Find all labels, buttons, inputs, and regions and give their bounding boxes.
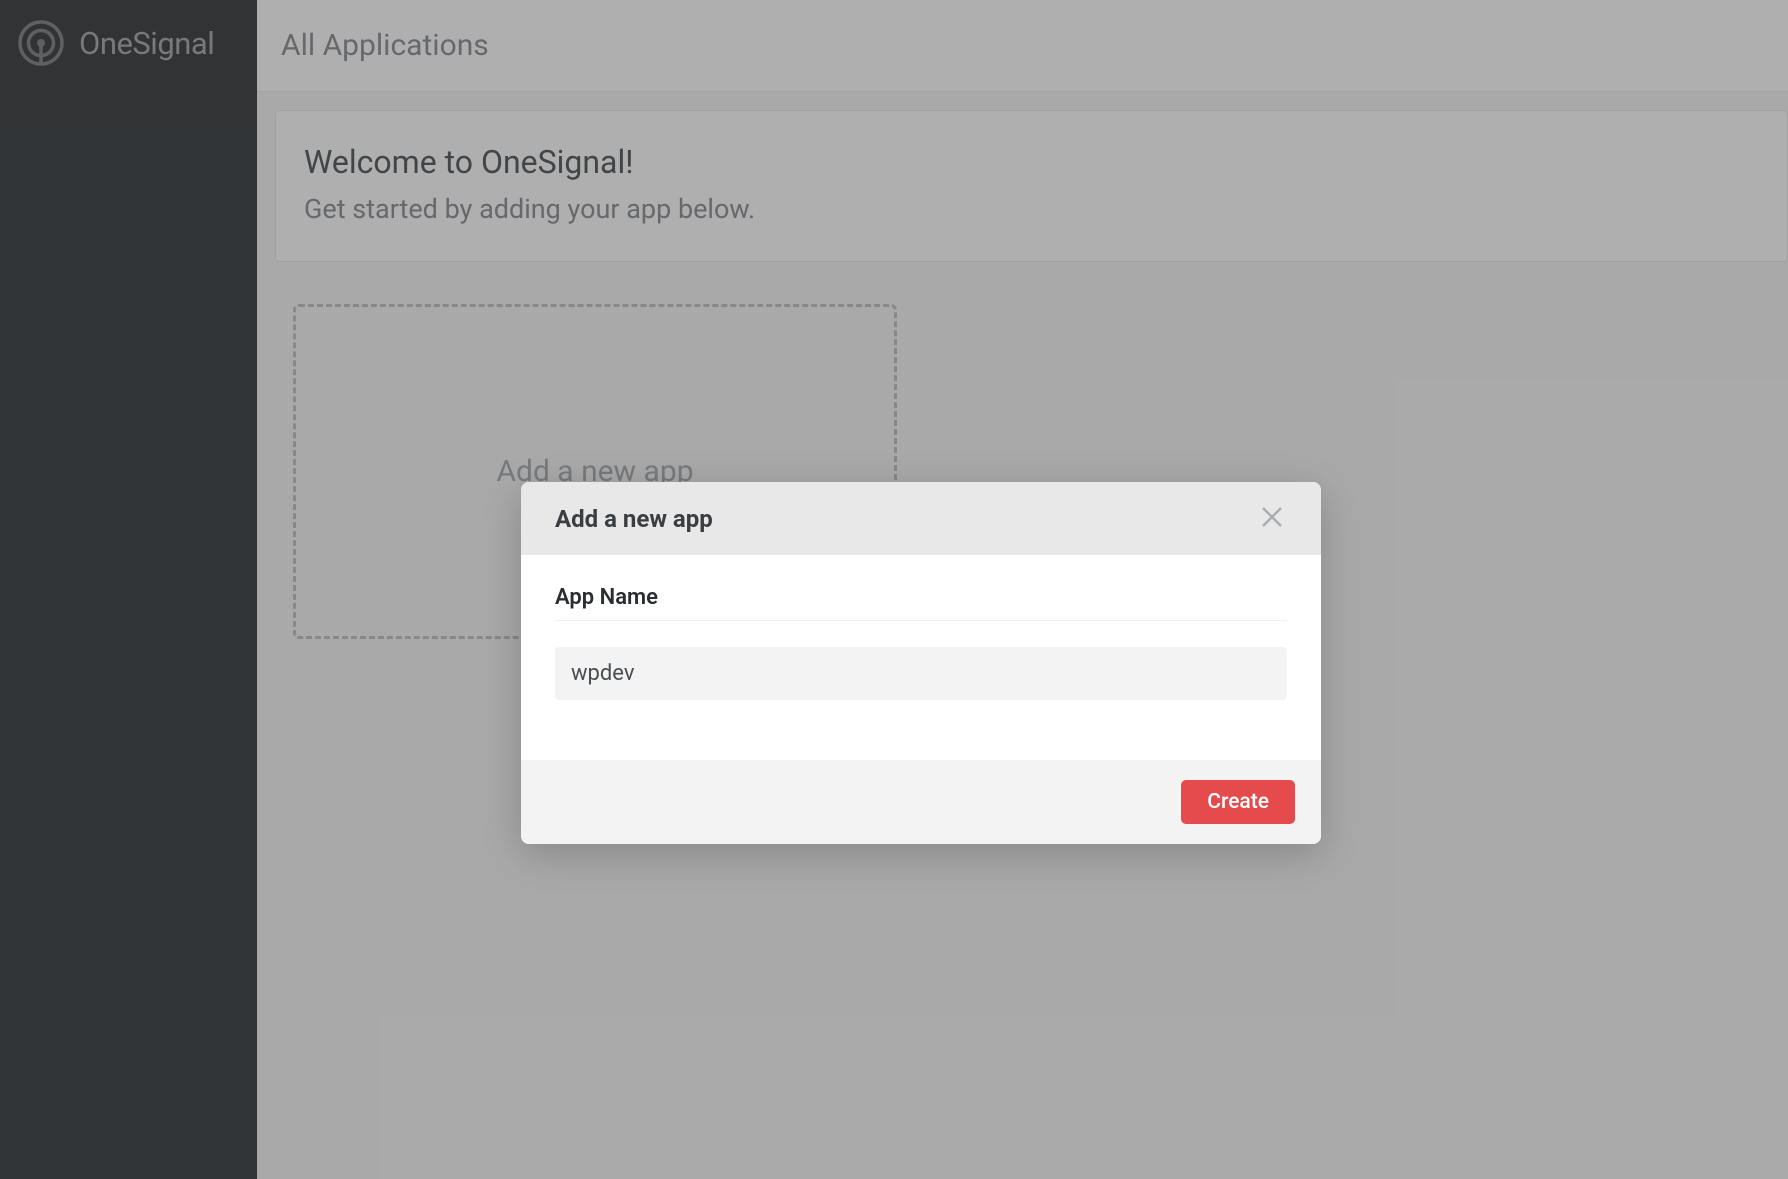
create-button[interactable]: Create [1181,780,1295,824]
modal-footer: Create [521,760,1321,844]
close-button[interactable] [1257,502,1287,535]
close-icon [1261,506,1283,531]
modal-body: App Name [521,555,1321,760]
modal-header: Add a new app [521,482,1321,555]
modal-overlay[interactable]: Add a new app App Name Create [0,0,1788,1179]
add-app-modal: Add a new app App Name Create [521,482,1321,844]
app-name-input[interactable] [555,647,1287,700]
modal-title: Add a new app [555,505,713,533]
app-name-label: App Name [555,585,1287,621]
